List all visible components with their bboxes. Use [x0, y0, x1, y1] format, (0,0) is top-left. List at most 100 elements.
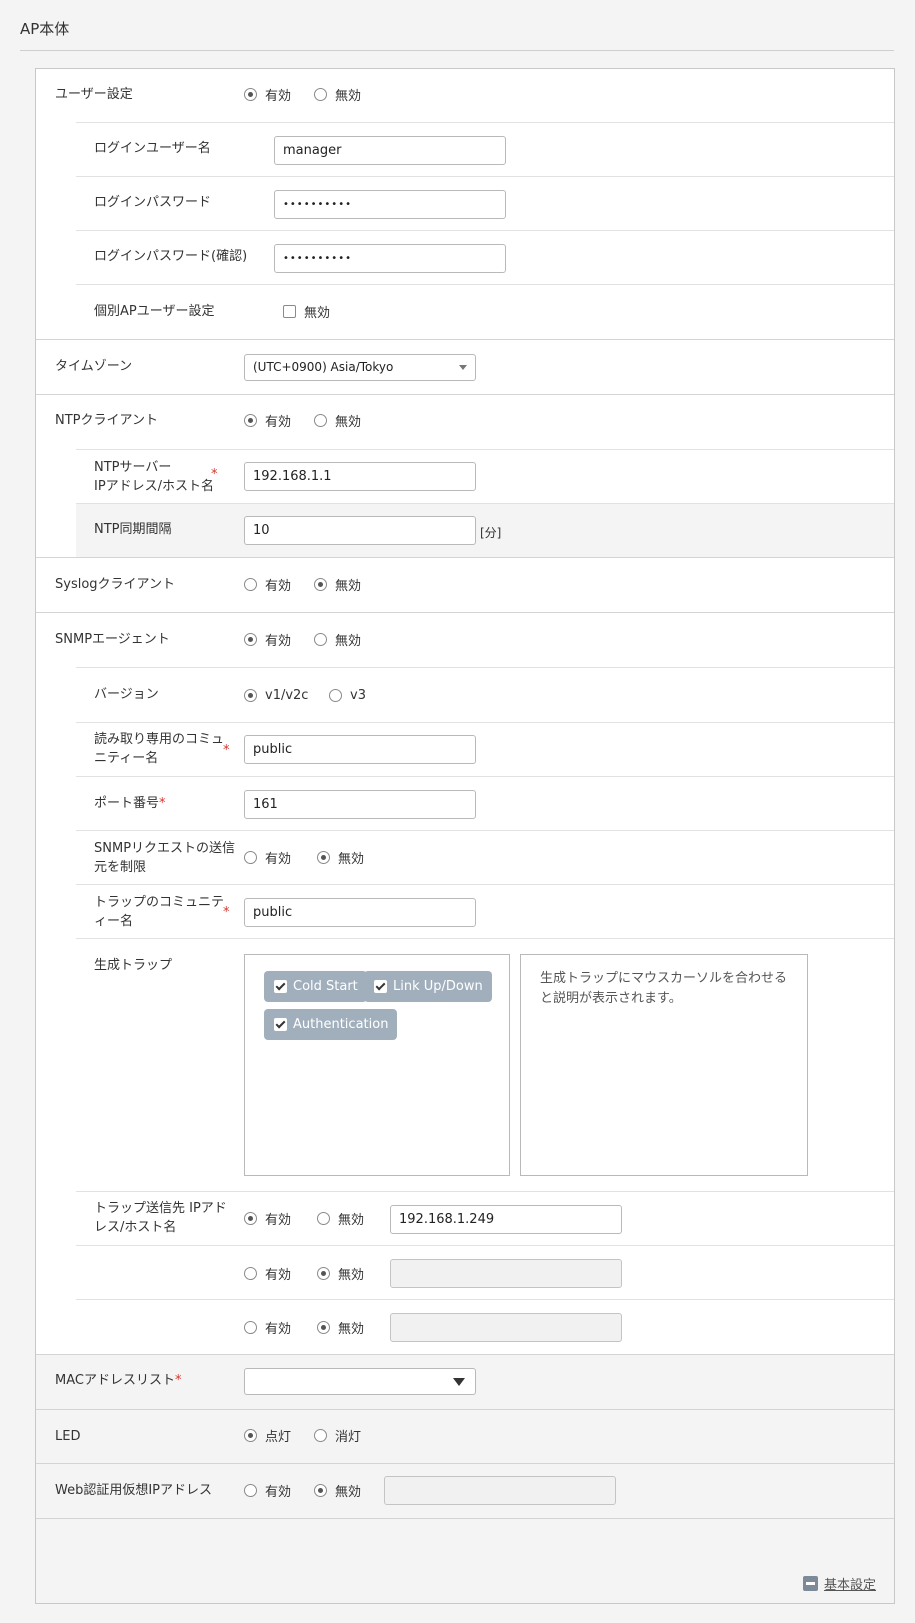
section-divider	[36, 339, 894, 340]
section-divider	[36, 1463, 894, 1464]
syslog-enabled-radio[interactable]: 有効	[244, 575, 291, 594]
checkbox-checked-icon	[374, 980, 387, 993]
snmp-port-input[interactable]: 161	[244, 790, 476, 819]
radio-selected-icon	[317, 1320, 330, 1334]
divider	[76, 938, 894, 939]
snmp-enabled-radio[interactable]: 有効	[244, 630, 291, 649]
user-enabled-radio[interactable]: 有効	[244, 85, 291, 104]
individual-ap-user-label: 個別APユーザー設定	[94, 304, 215, 319]
divider	[76, 884, 894, 885]
section-divider	[36, 1354, 894, 1355]
user-settings-label: ユーザー設定	[55, 87, 133, 102]
divider	[76, 830, 894, 831]
checkbox-icon	[283, 304, 296, 318]
login-password-confirm-input[interactable]: ••••••••••	[274, 244, 506, 273]
divider	[76, 1299, 894, 1300]
radio-selected-icon	[317, 850, 330, 864]
trap-dest-2-enabled-radio[interactable]: 有効	[244, 1264, 291, 1283]
section-divider	[36, 557, 894, 558]
radio-empty-icon	[244, 1483, 257, 1497]
radio-selected-icon	[244, 688, 257, 702]
radio-empty-icon	[314, 413, 327, 427]
led-off-radio[interactable]: 消灯	[314, 1426, 361, 1445]
radio-selected-icon	[244, 1428, 257, 1442]
required-mark: *	[223, 743, 230, 758]
trap-description-text: 生成トラップにマウスカーソルを合わせる と説明が表示されます。	[540, 971, 788, 1006]
radio-empty-icon	[314, 1428, 327, 1442]
snmp-restrict-disabled-radio[interactable]: 無効	[317, 848, 364, 867]
trap-dest-3-disabled-radio[interactable]: 無効	[317, 1318, 364, 1337]
generated-trap-label: 生成トラップ	[94, 958, 173, 973]
trap-dest-3-enabled-radio[interactable]: 有効	[244, 1318, 291, 1337]
snmp-agent-label: SNMPエージェント	[55, 632, 170, 647]
snmp-ro-community-input[interactable]: public	[244, 735, 476, 764]
ntp-server-input[interactable]: 192.168.1.1	[244, 462, 476, 491]
radio-selected-icon	[314, 577, 327, 591]
ntp-disabled-radio[interactable]: 無効	[314, 411, 361, 430]
snmp-ro-community-label: 読み取り専用のコミュ ニティー名	[94, 732, 225, 766]
page-title: AP本体	[20, 20, 70, 38]
section-divider	[36, 1409, 894, 1410]
divider	[76, 776, 894, 777]
checkbox-checked-icon	[274, 1018, 287, 1031]
trap-dest-1-enabled-radio[interactable]: 有効	[244, 1209, 291, 1228]
ntp-enabled-radio[interactable]: 有効	[244, 411, 291, 430]
snmp-version-label: バージョン	[94, 687, 159, 702]
snmp-restrict-label: SNMPリクエストの送信 元を制限	[94, 841, 236, 875]
timezone-select[interactable]: (UTC+0900) Asia/Tokyo	[244, 354, 476, 381]
divider	[76, 667, 894, 668]
radio-empty-icon	[244, 577, 257, 591]
section-divider	[36, 612, 894, 613]
trap-chip-link-up-down[interactable]: Link Up/Down	[364, 971, 492, 1002]
settings-panel: ユーザー設定 有効 無効 ログインユーザー名 manager ログインパスワード…	[35, 68, 895, 1604]
title-divider	[20, 50, 894, 51]
login-password-input[interactable]: ••••••••••	[274, 190, 506, 219]
trap-dest-1-disabled-radio[interactable]: 無効	[317, 1209, 364, 1228]
dropdown-arrow-icon	[453, 1378, 465, 1386]
web-auth-disabled-radio[interactable]: 無効	[314, 1481, 361, 1500]
divider	[76, 449, 894, 450]
radio-selected-icon	[244, 87, 257, 101]
trap-destination-label: トラップ送信先 IPアド レス/ホスト名	[94, 1201, 227, 1235]
snmp-version-v1v2c-radio[interactable]: v1/v2c	[244, 686, 308, 704]
trap-chip-authentication[interactable]: Authentication	[264, 1009, 398, 1040]
snmp-version-v3-radio[interactable]: v3	[329, 686, 366, 704]
section-divider	[36, 394, 894, 395]
snmp-disabled-radio[interactable]: 無効	[314, 630, 361, 649]
led-label: LED	[55, 1429, 81, 1444]
radio-empty-icon	[244, 850, 257, 864]
trap-dest-3-input[interactable]	[390, 1313, 622, 1342]
divider	[76, 230, 894, 231]
radio-selected-icon	[244, 413, 257, 427]
led-on-radio[interactable]: 点灯	[244, 1426, 291, 1445]
snmp-trap-community-label: トラップのコミュニテ ィー名	[94, 895, 225, 929]
user-disabled-radio[interactable]: 無効	[314, 85, 361, 104]
individual-ap-user-checkbox[interactable]: 無効	[283, 302, 330, 321]
collapse-icon	[802, 1576, 818, 1591]
web-auth-virtual-ip-input[interactable]	[384, 1476, 616, 1505]
syslog-disabled-radio[interactable]: 無効	[314, 575, 361, 594]
trap-dest-2-disabled-radio[interactable]: 無効	[317, 1264, 364, 1283]
radio-empty-icon	[317, 1211, 330, 1225]
trap-dest-2-input[interactable]	[390, 1259, 622, 1288]
trap-description-box: 生成トラップにマウスカーソルを合わせる と説明が表示されます。	[520, 954, 808, 1176]
trap-chip-cold-start[interactable]: Cold Start	[264, 971, 367, 1002]
syslog-client-label: Syslogクライアント	[55, 577, 176, 592]
login-password-label: ログインパスワード	[94, 195, 212, 210]
ntp-interval-input[interactable]: 10	[244, 516, 476, 545]
trap-dest-1-input[interactable]: 192.168.1.249	[390, 1205, 622, 1234]
web-auth-virtual-ip-label: Web認証用仮想IPアドレス	[55, 1483, 213, 1498]
basic-settings-toggle-link[interactable]: 基本設定	[802, 1574, 876, 1593]
required-mark: *	[211, 467, 218, 482]
mac-address-list-select[interactable]	[244, 1368, 476, 1395]
radio-selected-icon	[314, 1483, 327, 1497]
snmp-restrict-enabled-radio[interactable]: 有効	[244, 848, 291, 867]
divider	[76, 722, 894, 723]
radio-empty-icon	[329, 688, 342, 702]
radio-selected-icon	[244, 1211, 257, 1225]
radio-empty-icon	[314, 632, 327, 646]
divider	[76, 176, 894, 177]
login-username-input[interactable]: manager	[274, 136, 506, 165]
snmp-trap-community-input[interactable]: public	[244, 898, 476, 927]
web-auth-enabled-radio[interactable]: 有効	[244, 1481, 291, 1500]
